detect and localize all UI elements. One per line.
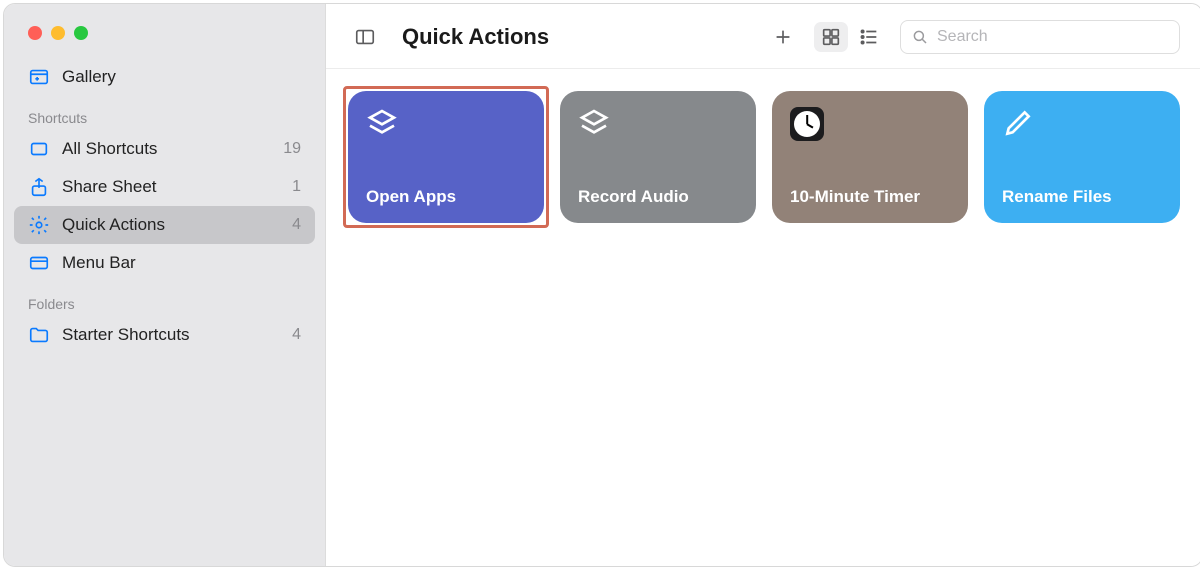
shortcut-card-10-minute-timer[interactable]: 10-Minute Timer xyxy=(772,91,968,223)
section-header-folders: Folders xyxy=(14,282,315,316)
card-title: Rename Files xyxy=(1002,187,1162,207)
item-label: All Shortcuts xyxy=(62,139,157,159)
menubar-icon xyxy=(28,252,50,274)
section-header-shortcuts: Shortcuts xyxy=(14,96,315,130)
clock-icon xyxy=(790,107,824,141)
sidebar-item-share-sheet[interactable]: Share Sheet 1 xyxy=(14,168,315,206)
sidebar-item-quick-actions[interactable]: Quick Actions 4 xyxy=(14,206,315,244)
main-content: Quick Actions xyxy=(326,4,1200,566)
fullscreen-window-button[interactable] xyxy=(74,26,88,40)
card-title: Open Apps xyxy=(366,187,526,207)
list-view-button[interactable] xyxy=(852,22,886,52)
add-shortcut-button[interactable] xyxy=(766,22,800,52)
layers-icon xyxy=(366,107,398,139)
sidebar-item-gallery[interactable]: Gallery xyxy=(14,58,315,96)
item-count: 4 xyxy=(292,326,301,344)
stack-icon xyxy=(28,138,50,160)
gallery-icon xyxy=(28,66,50,88)
search-icon xyxy=(911,28,929,46)
item-label: Menu Bar xyxy=(62,253,136,273)
shortcut-card-rename-files[interactable]: Rename Files xyxy=(984,91,1180,223)
item-label: Quick Actions xyxy=(62,215,165,235)
grid-view-button[interactable] xyxy=(814,22,848,52)
minimize-window-button[interactable] xyxy=(51,26,65,40)
gear-icon xyxy=(28,214,50,236)
shortcut-card-open-apps[interactable]: Open Apps xyxy=(348,91,544,223)
toolbar: Quick Actions xyxy=(326,4,1200,69)
share-icon xyxy=(28,176,50,198)
page-title: Quick Actions xyxy=(402,24,549,50)
sidebar-item-menu-bar[interactable]: Menu Bar xyxy=(14,244,315,282)
shortcuts-grid: Open Apps Record Audio 10-Minute Timer R… xyxy=(326,69,1200,245)
search-input[interactable] xyxy=(937,28,1169,46)
folder-icon xyxy=(28,324,50,346)
layers-icon xyxy=(578,107,610,139)
sidebar-item-starter-shortcuts[interactable]: Starter Shortcuts 4 xyxy=(14,316,315,354)
sidebar: Gallery Shortcuts All Shortcuts 19 Share… xyxy=(4,4,326,566)
gallery-label: Gallery xyxy=(62,67,116,87)
close-window-button[interactable] xyxy=(28,26,42,40)
item-count: 19 xyxy=(283,140,301,158)
search-field[interactable] xyxy=(900,20,1180,54)
pencil-icon xyxy=(1002,107,1034,139)
app-window: Gallery Shortcuts All Shortcuts 19 Share… xyxy=(3,3,1200,567)
card-title: Record Audio xyxy=(578,187,738,207)
shortcut-card-record-audio[interactable]: Record Audio xyxy=(560,91,756,223)
item-label: Starter Shortcuts xyxy=(62,325,190,345)
sidebar-item-all-shortcuts[interactable]: All Shortcuts 19 xyxy=(14,130,315,168)
item-count: 4 xyxy=(292,216,301,234)
window-controls xyxy=(14,4,315,58)
toggle-sidebar-button[interactable] xyxy=(348,22,382,52)
card-title: 10-Minute Timer xyxy=(790,187,950,207)
item-count: 1 xyxy=(292,178,301,196)
view-toggle xyxy=(814,22,886,52)
item-label: Share Sheet xyxy=(62,177,157,197)
